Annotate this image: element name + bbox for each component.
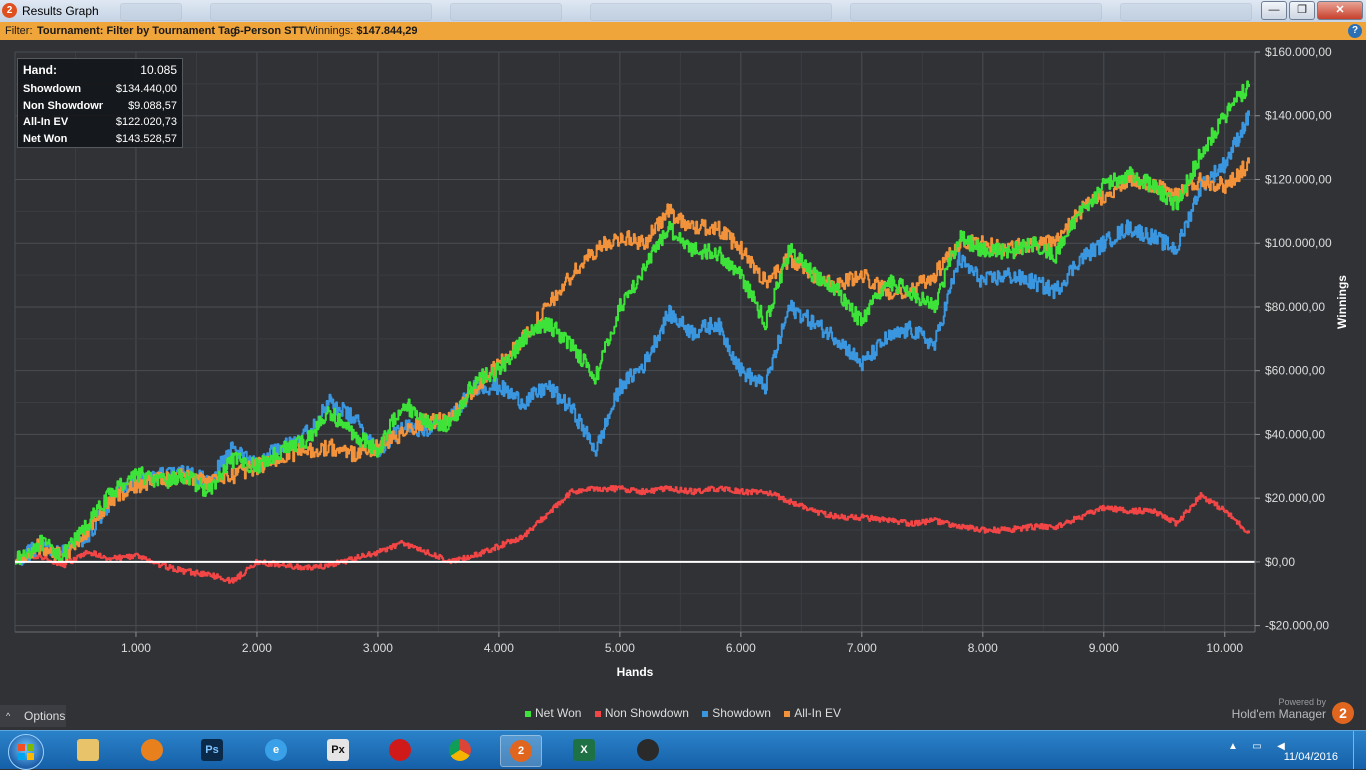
help-icon[interactable]: ?	[1348, 24, 1362, 38]
tooltip-showdown-value: $134.440,00	[115, 83, 177, 95]
y-tick-label: $60.000,00	[1265, 364, 1325, 378]
y-axis-title: Winnings	[1335, 275, 1349, 329]
filter-label: Filter:	[5, 25, 33, 37]
options-label: Options	[24, 709, 66, 723]
y-tick-label: $20.000,00	[1265, 491, 1325, 505]
show-hidden-icons-icon[interactable]: ▲	[1226, 741, 1240, 753]
results-graph[interactable]: 1.000 2.000 3.000 4.000 5.000 6.000 7.000 8.000…	[0, 40, 1366, 730]
start-orb-icon[interactable]	[8, 734, 44, 770]
y-tick-label: $120.000,00	[1265, 172, 1332, 186]
taskbar-date[interactable]: 11/04/2016	[1284, 751, 1338, 763]
legend-item-showdown[interactable]: Showdown	[702, 706, 771, 720]
x-axis-title: Hands	[617, 665, 654, 679]
x-tick-label: 5.000	[605, 641, 635, 655]
tooltip-showdown-label: Showdown	[23, 83, 82, 95]
legend-swatch-showdown	[702, 710, 709, 717]
y-tick-label: $80.000,00	[1265, 300, 1325, 314]
x-tick-label: 4.000	[484, 641, 514, 655]
filter-winnings: Winnings: $147.844,29	[305, 22, 418, 40]
x-tick-label: 1.000	[121, 641, 151, 655]
powered-by: Powered by Hold'em Manager	[1232, 697, 1326, 721]
tooltip-nonshowdown-value: $9.088,57	[128, 99, 177, 112]
tooltip-hand-value: 10.085	[140, 63, 177, 77]
system-tray: ▲ ▭ ◀ 11/04/2016	[1196, 731, 1366, 769]
tooltip-netwon-label: Net Won	[23, 132, 68, 145]
legend-item-non-showdown[interactable]: Non Showdown	[594, 706, 689, 720]
powered-by-label: Powered by	[1278, 697, 1326, 707]
network-icon[interactable]: ▭	[1250, 741, 1264, 753]
legend-swatch-net-won	[525, 710, 532, 717]
explorer-icon[interactable]	[68, 735, 108, 765]
chrome-icon[interactable]	[440, 735, 480, 765]
close-button[interactable]: ✕	[1317, 1, 1363, 20]
hover-tooltip: Hand: 10.085 Showdown $134.440,00 Non Show…	[17, 58, 183, 148]
y-tick-label: $160.000,00	[1265, 45, 1332, 59]
legend-item-net-won[interactable]: Net Won	[525, 706, 581, 720]
pokerstars-icon[interactable]	[380, 735, 420, 765]
minimize-button[interactable]: —	[1261, 1, 1287, 20]
tooltip-nonshowdown-label: Non Showdown	[23, 99, 103, 112]
legend-item-all-in-ev[interactable]: All-In EV	[784, 706, 841, 720]
holdem-manager-logo-icon: 2	[1332, 702, 1354, 724]
legend-label-all-in-ev: All-In EV	[794, 706, 841, 720]
x-tick-label: 8.000	[968, 641, 998, 655]
y-tick-label: $40.000,00	[1265, 427, 1325, 441]
legend-swatch-all-in-ev	[784, 710, 791, 717]
background-window-tabs	[120, 2, 1252, 21]
show-desktop-button[interactable]	[1353, 731, 1366, 769]
chevron-up-icon: ^	[6, 711, 11, 721]
legend-label-non-showdown: Non Showdown	[604, 706, 689, 720]
options-toggle-button[interactable]: ^ Options	[0, 705, 66, 727]
excel-icon[interactable]: X	[564, 735, 604, 765]
filter-tournament[interactable]: Tournament: Filter by Tournament Tag	[37, 22, 237, 40]
filter-bar: Filter: Tournament: Filter by Tournament…	[0, 22, 1366, 40]
maximize-button[interactable]: ❐	[1289, 1, 1315, 20]
y-tick-label: $100.000,00	[1265, 236, 1332, 250]
brand-name: Hold'em Manager	[1231, 707, 1326, 721]
x-tick-label: 9.000	[1089, 641, 1119, 655]
pokerx-icon[interactable]: Px	[318, 735, 358, 765]
legend-label-showdown: Showdown	[712, 706, 771, 720]
x-tick-label: 3.000	[363, 641, 393, 655]
photoshop-icon[interactable]: Ps	[192, 735, 232, 765]
winnings-value: $147.844,29	[356, 25, 418, 37]
x-tick-label: 6.000	[726, 641, 756, 655]
y-tick-label: $0,00	[1265, 555, 1295, 569]
window-titlebar: 2 Results Graph — ❐ ✕	[0, 0, 1366, 22]
chart-legend: Net Won Non Showdown Showdown All-In EV	[0, 706, 1366, 720]
blender-icon[interactable]	[132, 735, 172, 765]
legend-label-net-won: Net Won	[535, 706, 582, 720]
legend-swatch-non-showdown	[594, 710, 601, 717]
filter-tag[interactable]: 6-Person STT	[234, 22, 305, 40]
x-tick-label: 7.000	[847, 641, 877, 655]
tooltip-netwon-value: $143.528,57	[115, 132, 177, 145]
window-title: Results Graph	[22, 4, 99, 18]
holdem-manager-taskbar-icon[interactable]: 2	[500, 735, 542, 767]
windows-taskbar: Ps e Px 2 X ▲ ▭ ◀ 11/04/2016	[0, 730, 1366, 770]
x-tick-label: 10.000	[1206, 641, 1243, 655]
y-tick-label: $140.000,00	[1265, 109, 1332, 123]
holdem-manager-app-icon: 2	[2, 3, 17, 18]
plot-area	[15, 52, 1255, 632]
internet-explorer-icon[interactable]: e	[256, 735, 296, 765]
tooltip-allinev-value: $122.020,73	[115, 116, 177, 128]
winnings-label: Winnings:	[305, 25, 354, 37]
poker-client-icon[interactable]	[628, 735, 668, 765]
y-tick-label: -$20.000,00	[1265, 619, 1329, 633]
tooltip-hand-label: Hand:	[23, 63, 57, 77]
chart-grid	[14, 51, 1255, 632]
x-tick-label: 2.000	[242, 641, 272, 655]
tooltip-allinev-label: All-In EV	[23, 116, 69, 128]
